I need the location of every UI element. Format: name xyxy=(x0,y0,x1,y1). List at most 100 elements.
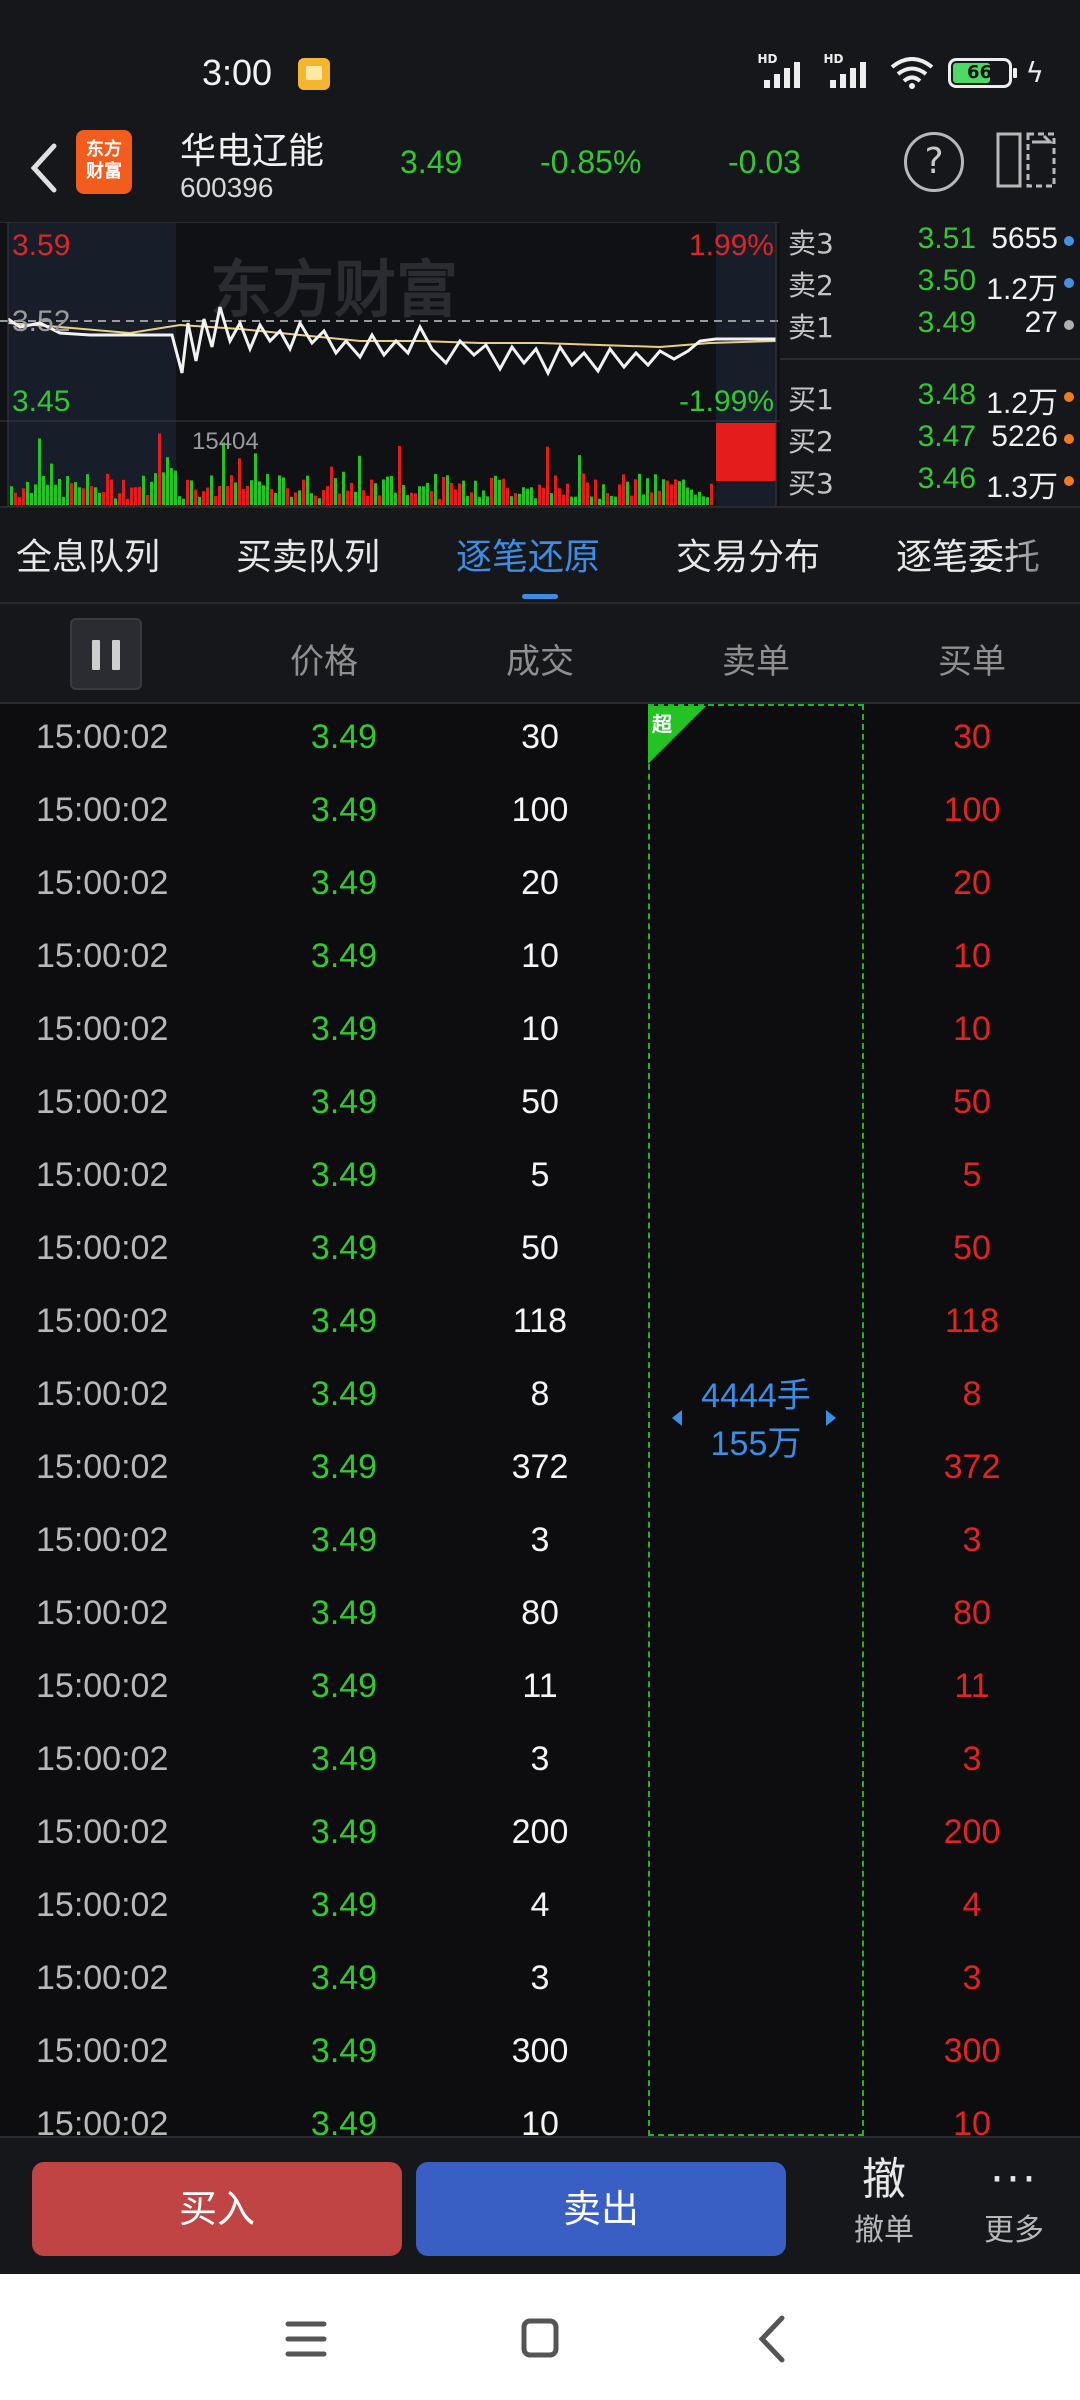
tick-volume: 372 xyxy=(511,1448,569,1486)
tick-price: 3.49 xyxy=(310,1448,378,1486)
tab-full-queue[interactable]: 全息队列 xyxy=(16,528,160,580)
volume-bar xyxy=(390,475,393,505)
table-row[interactable]: 15:00:02 3.49 5 5 xyxy=(0,1142,1080,1215)
tick-volume: 11 xyxy=(522,1667,558,1705)
tick-time: 15:00:02 xyxy=(36,1229,169,1267)
table-row[interactable]: 15:00:02 3.49 3 3 xyxy=(0,1507,1080,1580)
table-row[interactable]: 15:00:02 3.49 10 10 xyxy=(0,923,1080,996)
tick-buy-order: 200 xyxy=(943,1813,1001,1851)
table-row[interactable]: 15:00:02 3.49 100 100 xyxy=(0,777,1080,850)
volume-bar xyxy=(98,492,101,505)
table-row[interactable]: 15:00:02 3.49 80 80 xyxy=(0,1580,1080,1653)
bid-row-2: 买2 3.47 5226 xyxy=(784,420,1076,460)
tab-tick-restore[interactable]: 逐笔还原 xyxy=(456,528,600,580)
table-row[interactable]: 15:00:02 3.49 200 200 xyxy=(0,1799,1080,1872)
tick-price: 3.49 xyxy=(310,1010,378,1048)
volume-bar xyxy=(290,496,293,505)
tick-price: 3.49 xyxy=(310,791,378,829)
volume-bar xyxy=(498,479,501,505)
tick-time: 15:00:02 xyxy=(36,1010,169,1048)
volume-bar xyxy=(510,496,513,505)
table-row[interactable]: 15:00:02 3.49 118 118 xyxy=(0,1288,1080,1361)
tick-volume: 20 xyxy=(521,864,559,902)
volume-bar xyxy=(670,484,673,505)
volume-bar xyxy=(654,474,657,505)
table-row[interactable]: 15:00:02 3.49 11 11 xyxy=(0,1653,1080,1726)
volume-bar xyxy=(602,484,605,505)
table-row[interactable]: 15:00:02 3.49 4 4 xyxy=(0,1872,1080,1945)
volume-bar xyxy=(558,488,561,505)
system-back-button[interactable] xyxy=(734,2304,814,2374)
table-row[interactable]: 15:00:02 3.49 10 10 xyxy=(0,996,1080,1069)
volume-bar xyxy=(618,484,621,505)
app-logo[interactable]: 东方 财富 xyxy=(76,130,132,194)
tab-buy-sell-queue[interactable]: 买卖队列 xyxy=(236,528,380,580)
volume-bar xyxy=(478,496,481,505)
table-row[interactable]: 15:00:02 3.49 20 20 xyxy=(0,850,1080,923)
tick-price: 3.49 xyxy=(310,1156,378,1194)
tick-table[interactable]: 15:00:02 3.49 30 30 15:00:02 3.49 100 100 15:00:… xyxy=(0,704,1080,2136)
table-row[interactable]: 15:00:02 3.49 50 50 xyxy=(0,1069,1080,1142)
volume-bar xyxy=(214,495,217,505)
table-row[interactable]: 15:00:02 3.49 3 3 xyxy=(0,1945,1080,2018)
pause-button[interactable] xyxy=(70,618,142,690)
switch-layout-icon xyxy=(996,132,1056,188)
stock-name[interactable]: 华电辽能 xyxy=(180,122,324,174)
volume-bar xyxy=(142,475,145,505)
volume-bar xyxy=(238,458,241,505)
volume-bar xyxy=(154,473,157,505)
volume-bar xyxy=(230,475,233,505)
volume-bar xyxy=(446,475,449,505)
back-button[interactable] xyxy=(16,128,72,208)
volume-bar xyxy=(574,496,577,505)
volume-bar xyxy=(22,488,25,505)
logo-text: 财富 xyxy=(86,161,122,182)
sell-button[interactable]: 卖出 xyxy=(416,2162,786,2256)
intraday-chart[interactable]: 东方财富 3.59 3.52 3.45 1.99% -1.99% 15404 xyxy=(0,222,780,507)
volume-bar xyxy=(202,491,205,505)
volume-bar xyxy=(374,483,377,505)
volume-bar xyxy=(546,446,549,505)
volume-bar xyxy=(234,482,237,505)
volume-bar xyxy=(358,455,361,505)
active-tab-indicator xyxy=(522,594,558,599)
tick-buy-order: 80 xyxy=(953,1594,991,1632)
tick-time: 15:00:02 xyxy=(36,937,169,975)
table-row[interactable]: 15:00:02 3.49 3 3 xyxy=(0,1726,1080,1799)
table-row[interactable]: 15:00:02 3.49 50 50 xyxy=(0,1215,1080,1288)
tick-price: 3.49 xyxy=(310,1740,378,1778)
volume-bar xyxy=(386,476,389,505)
volume-bar xyxy=(706,497,709,505)
table-row[interactable]: 15:00:02 3.49 30 30 xyxy=(0,704,1080,777)
sell-order-lots: 4444手 xyxy=(701,1377,811,1415)
tab-trade-distribution[interactable]: 交易分布 xyxy=(676,528,820,580)
home-button[interactable] xyxy=(500,2304,580,2374)
tick-volume: 3 xyxy=(530,1740,550,1778)
tick-price: 3.49 xyxy=(310,2032,378,2070)
volume-bar xyxy=(286,488,289,505)
order-book[interactable]: 卖3 3.51 5655 卖2 3.50 1.2万 卖1 3.49 27 买1 … xyxy=(780,222,1080,506)
tick-time: 15:00:02 xyxy=(36,791,169,829)
order-book-divider xyxy=(780,358,1080,360)
tick-time: 15:00:02 xyxy=(36,1959,169,1997)
volume-bar xyxy=(30,492,33,505)
tick-buy-order: 4 xyxy=(962,1886,982,1924)
table-row[interactable]: 15:00:02 3.49 8 8 xyxy=(0,1361,1080,1434)
volume-bar xyxy=(698,491,701,505)
buy-button[interactable]: 买入 xyxy=(32,2162,402,2256)
table-row[interactable]: 15:00:02 3.49 10 10 xyxy=(0,2091,1080,2136)
recent-apps-button[interactable] xyxy=(266,2304,346,2374)
volume-bar xyxy=(26,481,29,505)
table-row[interactable]: 15:00:02 3.49 372 372 xyxy=(0,1434,1080,1507)
volume-bar xyxy=(494,475,497,505)
cancel-order-button[interactable]: 撤 撤单 xyxy=(832,2152,936,2262)
table-row[interactable]: 15:00:02 3.49 300 300 xyxy=(0,2018,1080,2091)
volume-bar xyxy=(554,475,557,505)
ask-label: 卖3 xyxy=(788,227,834,260)
signal-icon: HD xyxy=(824,52,876,88)
help-button[interactable]: ? xyxy=(904,132,964,192)
switch-view-button[interactable] xyxy=(994,130,1058,190)
tick-volume: 118 xyxy=(512,1302,568,1340)
more-button[interactable]: ··· 更多 xyxy=(962,2152,1066,2262)
tick-buy-order: 100 xyxy=(943,791,1001,829)
